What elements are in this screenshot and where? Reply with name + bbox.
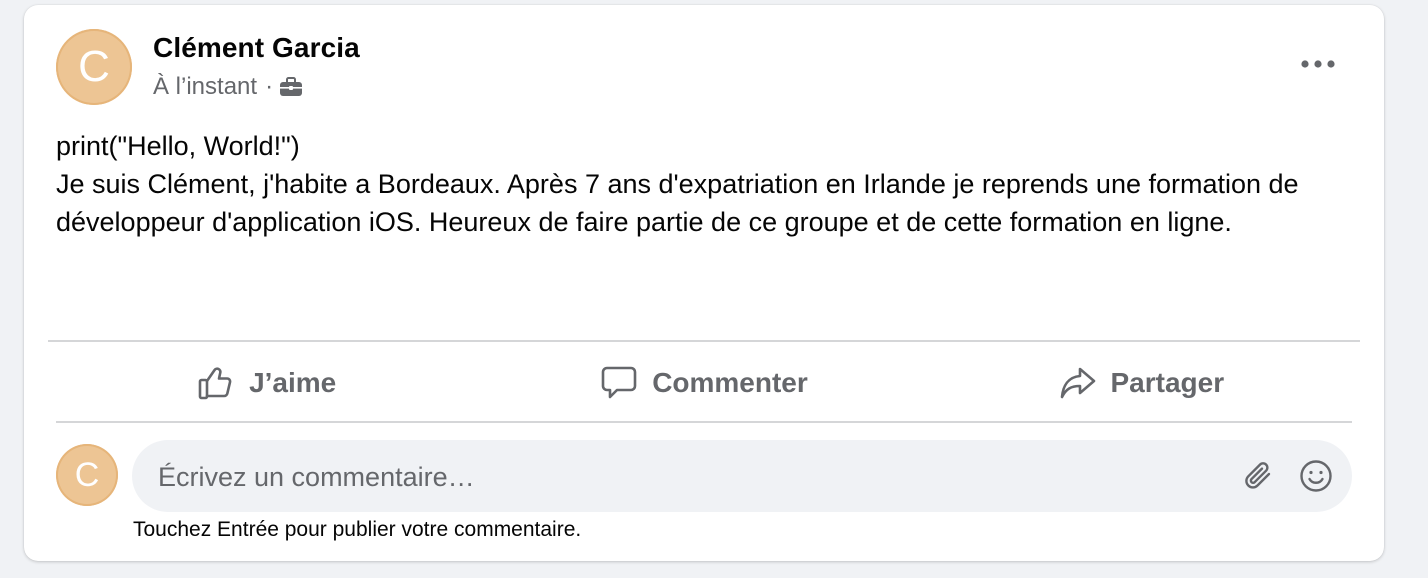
comment-input[interactable] [156, 440, 1220, 514]
author-avatar-initial: C [78, 42, 110, 91]
post-card: C Clément Garcia À l’instant · print("He… [24, 5, 1384, 561]
comment-icon [601, 366, 637, 399]
comment-label: Commenter [652, 367, 808, 398]
comment-box [132, 440, 1352, 514]
author-avatar[interactable]: C [56, 29, 132, 105]
comment-button[interactable]: Commenter [485, 347, 922, 419]
actions-bottom-divider [56, 421, 1352, 423]
post-actions-bar: J’aime Commenter Partager [48, 347, 1360, 419]
share-arrow-icon [1060, 367, 1095, 399]
share-label: Partager [1110, 367, 1225, 398]
emoji-icon[interactable] [1298, 458, 1334, 494]
more-options-icon[interactable] [1297, 49, 1339, 79]
commenter-avatar[interactable]: C [56, 444, 118, 506]
meta-separator: · [265, 73, 274, 100]
post-meta: À l’instant · [153, 73, 303, 101]
like-button[interactable]: J’aime [48, 347, 485, 419]
author-name[interactable]: Clément Garcia [153, 32, 360, 64]
paperclip-icon[interactable] [1240, 458, 1276, 494]
like-label: J’aime [249, 367, 337, 398]
briefcase-icon[interactable] [279, 76, 303, 98]
post-text: print("Hello, World!") Je suis Clément, … [56, 131, 1299, 237]
thumbs-up-icon [198, 367, 232, 400]
comment-hint: Touchez Entrée pour publier votre commen… [133, 518, 582, 541]
share-button[interactable]: Partager [923, 347, 1360, 419]
commenter-avatar-initial: C [74, 455, 100, 494]
post-timestamp[interactable]: À l’instant [153, 73, 257, 101]
actions-top-divider [48, 340, 1360, 342]
